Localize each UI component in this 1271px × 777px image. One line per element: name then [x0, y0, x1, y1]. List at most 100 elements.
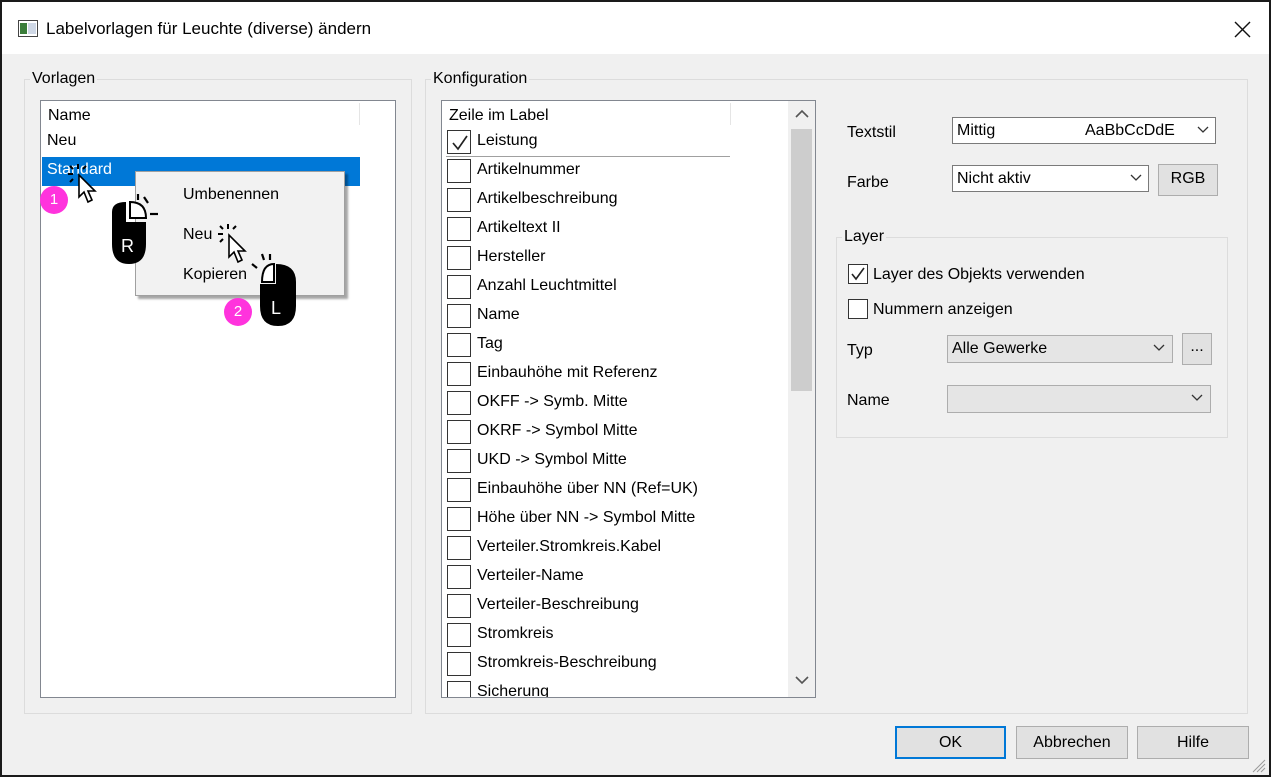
config-row-checkbox[interactable] [447, 565, 471, 589]
config-row-label: Artikeltext II [477, 219, 561, 236]
config-row-checkbox[interactable] [447, 623, 471, 647]
config-row-checkbox[interactable] [447, 594, 471, 618]
config-row-checkbox[interactable] [447, 536, 471, 560]
config-row-checkbox[interactable] [447, 130, 471, 154]
mouse-button-l-label: L [271, 298, 281, 318]
config-row-label: Artikelbeschreibung [477, 190, 618, 207]
menu-item-kopieren[interactable]: Kopieren [183, 266, 247, 284]
layer-legend: Layer [844, 228, 885, 245]
config-row-checkbox[interactable] [447, 275, 471, 299]
rgb-button[interactable]: RGB [1158, 164, 1218, 196]
window-app-icon [18, 20, 38, 37]
typ-label: Typ [847, 342, 873, 359]
konfiguration-legend: Konfiguration [433, 70, 528, 87]
textstil-combo[interactable]: Mittig AaBbCcDdE [952, 117, 1216, 144]
config-row-label: Einbauhöhe mit Referenz [477, 364, 658, 381]
config-row-label: Tag [477, 335, 503, 352]
name-column-header[interactable]: Name [48, 107, 91, 125]
config-row-checkbox[interactable] [447, 333, 471, 357]
menu-item-umbenennen[interactable]: Umbenennen [183, 186, 279, 204]
config-row-checkbox[interactable] [447, 246, 471, 270]
left-mouse-button-icon: L [251, 253, 296, 326]
config-row[interactable]: Artikeltext II [446, 215, 730, 244]
config-row-checkbox[interactable] [447, 188, 471, 212]
config-row-checkbox[interactable] [447, 304, 471, 328]
config-row[interactable]: Artikelbeschreibung [446, 186, 730, 215]
config-row-label: Name [477, 306, 520, 323]
scrollbar-thumb[interactable] [791, 129, 812, 391]
config-row-checkbox[interactable] [447, 217, 471, 241]
config-row[interactable]: Leistung [446, 128, 730, 157]
menu-item-neu[interactable]: Neu [183, 226, 212, 244]
window-title: Labelvorlagen für Leuchte (diverse) ände… [46, 19, 372, 38]
checkmark-icon [452, 135, 468, 151]
list-item-neu[interactable]: Neu [42, 128, 360, 157]
konfiguration-scrollbar[interactable] [788, 101, 815, 697]
title-bar: Labelvorlagen für Leuchte (diverse) ände… [2, 2, 1269, 54]
config-row-label: Verteiler-Name [477, 567, 584, 584]
zeile-column-header[interactable]: Zeile im Label [449, 107, 549, 125]
config-row[interactable]: OKRF -> Symbol Mitte [446, 418, 730, 447]
nummern-anzeigen-label: Nummern anzeigen [873, 301, 1013, 318]
config-row-checkbox[interactable] [447, 478, 471, 502]
config-row-checkbox[interactable] [447, 449, 471, 473]
config-row-checkbox[interactable] [447, 652, 471, 676]
ok-button[interactable]: OK [895, 726, 1006, 759]
column-separator[interactable] [730, 103, 731, 125]
konfiguration-list[interactable]: Zeile im Label Leistung Artikelnummer Arti… [441, 100, 816, 698]
config-row[interactable]: Stromkreis [446, 621, 730, 650]
config-row[interactable]: Anzahl Leuchtmittel [446, 273, 730, 302]
chevron-down-icon [1191, 394, 1203, 401]
config-row-label: OKFF -> Symb. Mitte [477, 393, 628, 410]
scroll-down-icon[interactable] [795, 675, 809, 685]
config-row[interactable]: Verteiler-Beschreibung [446, 592, 730, 621]
cancel-button[interactable]: Abbrechen [1016, 726, 1128, 759]
textstil-preview: AaBbCcDdE [1085, 122, 1175, 139]
config-row-label: Verteiler.Stromkreis.Kabel [477, 538, 662, 555]
typ-browse-button[interactable]: ... [1182, 333, 1212, 365]
config-row[interactable]: Stromkreis-Beschreibung [446, 650, 730, 679]
config-row[interactable]: Artikelnummer [446, 157, 730, 186]
nummern-anzeigen-checkbox[interactable] [848, 299, 868, 319]
config-row[interactable]: Sicherung [446, 679, 730, 698]
config-row[interactable]: Verteiler-Name [446, 563, 730, 592]
name-combo[interactable] [947, 385, 1211, 413]
config-row[interactable]: Einbauhöhe über NN (Ref=UK) [446, 476, 730, 505]
config-row-checkbox[interactable] [447, 362, 471, 386]
config-row-checkbox[interactable] [447, 391, 471, 415]
mouse-button-r-label: R [121, 236, 134, 256]
vorlagen-list-header[interactable]: Name [41, 101, 395, 127]
config-row-checkbox[interactable] [447, 159, 471, 183]
column-separator[interactable] [359, 103, 360, 125]
config-row[interactable]: Name [446, 302, 730, 331]
typ-combo[interactable]: Alle Gewerke [947, 335, 1173, 363]
resize-grip-icon[interactable] [1248, 755, 1266, 773]
config-row-label: Sicherung [477, 683, 550, 698]
config-row-label: OKRF -> Symbol Mitte [477, 422, 638, 439]
config-row[interactable]: OKFF -> Symb. Mitte [446, 389, 730, 418]
config-row[interactable]: Einbauhöhe mit Referenz [446, 360, 730, 389]
konfiguration-list-header[interactable]: Zeile im Label [442, 101, 815, 127]
scroll-up-icon[interactable] [795, 109, 809, 119]
config-row-checkbox[interactable] [447, 420, 471, 444]
chevron-down-icon [1130, 174, 1142, 181]
config-row-checkbox[interactable] [447, 507, 471, 531]
textstil-value: Mittig [957, 122, 996, 139]
config-row-label: Stromkreis-Beschreibung [477, 654, 657, 671]
close-icon [1234, 21, 1251, 38]
config-row-label: Artikelnummer [477, 161, 581, 178]
close-button[interactable] [1222, 10, 1262, 48]
config-row-label: Höhe über NN -> Symbol Mitte [477, 509, 696, 526]
help-button[interactable]: Hilfe [1137, 726, 1249, 759]
config-row-checkbox[interactable] [447, 681, 471, 697]
config-row[interactable]: UKD -> Symbol Mitte [446, 447, 730, 476]
farbe-combo[interactable]: Nicht aktiv [952, 165, 1149, 192]
config-row-label: Verteiler-Beschreibung [477, 596, 639, 613]
config-row[interactable]: Tag [446, 331, 730, 360]
config-row[interactable]: Verteiler.Stromkreis.Kabel [446, 534, 730, 563]
config-row[interactable]: Höhe über NN -> Symbol Mitte [446, 505, 730, 534]
checkmark-icon [851, 267, 865, 281]
layer-des-objekts-checkbox[interactable] [848, 264, 868, 284]
config-row[interactable]: Hersteller [446, 244, 730, 273]
vorlagen-legend: Vorlagen [32, 70, 96, 87]
